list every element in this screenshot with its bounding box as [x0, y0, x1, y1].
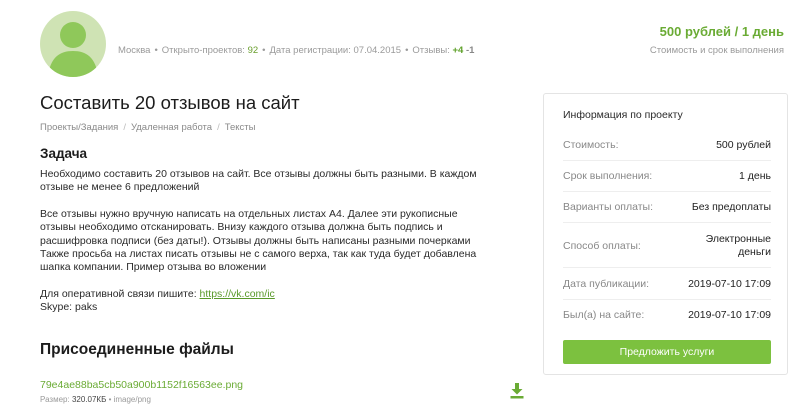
price-value: 500 рублей / 1 день: [659, 24, 784, 39]
task-heading: Задача: [40, 146, 88, 161]
skype-line: Skype: paks: [40, 301, 98, 314]
download-icon[interactable]: [510, 383, 524, 399]
info-label: Дата публикации:: [563, 278, 650, 290]
open-projects-count: 92: [247, 45, 259, 56]
row-divider: [563, 299, 771, 300]
price-box: 500 рублей / 1 день Стоимость и срок вып…: [650, 24, 784, 56]
files-heading: Присоединенные файлы: [40, 341, 234, 358]
avatar[interactable]: [40, 11, 106, 77]
page-title: Составить 20 отзывов на сайт: [40, 92, 300, 113]
contact-text: Для оперативной связи пишите:: [40, 287, 200, 300]
row-divider: [563, 191, 771, 192]
row-divider: [563, 222, 771, 223]
info-label: Стоимость:: [563, 139, 619, 151]
avatar-silhouette-icon: [48, 22, 98, 77]
info-value: 2019-07-10 17:09: [688, 278, 771, 290]
breadcrumb-texts[interactable]: Тексты: [225, 122, 256, 133]
task-paragraph: Все отзывы нужно вручную написать на отд…: [40, 207, 477, 274]
project-info-panel: Информация по проекту Стоимость: 500 руб…: [543, 93, 788, 375]
info-label: Варианты оплаты:: [563, 201, 653, 213]
task-paragraph: Необходимо составить 20 отзывов на сайт.…: [40, 168, 477, 194]
file-size: 320.07КБ: [71, 395, 107, 404]
info-value: Электронные деньги: [705, 233, 771, 258]
task-description: Необходимо составить 20 отзывов на сайт.…: [40, 168, 505, 315]
reviews-positive[interactable]: +4: [452, 45, 463, 56]
file-meta: Размер: 320.07КБ • image/png: [40, 395, 151, 404]
info-value: 500 рублей: [716, 139, 771, 151]
registered-label: Дата регистрации:: [269, 45, 351, 56]
reviews-negative[interactable]: -1: [466, 45, 474, 56]
breadcrumb-remote-work[interactable]: Удаленная работа: [131, 122, 212, 133]
offer-services-button[interactable]: Предложить услуги: [563, 340, 771, 364]
contact-link[interactable]: https://vk.com/ic: [200, 288, 275, 300]
file-type: image/png: [113, 395, 151, 404]
user-meta: Москва • Открыто-проектов: 92 • Дата регистр…: [118, 45, 475, 56]
price-caption: Стоимость и срок выполнения: [649, 45, 784, 56]
info-label: Срок выполнения:: [563, 170, 653, 182]
info-value: 2019-07-10 17:09: [688, 309, 771, 321]
registered-date: 07.04.2015: [353, 45, 402, 56]
reviews-label: Отзывы:: [412, 45, 450, 56]
row-divider: [563, 160, 771, 161]
contact-line: Для оперативной связи пишите: https://vk…: [40, 288, 505, 301]
info-value: 1 день: [739, 170, 771, 182]
panel-title: Информация по проекту: [563, 109, 683, 121]
user-city: Москва: [118, 45, 151, 56]
attached-file-link[interactable]: 79e4ae88ba5cb50a900b1152f16563ee.png: [40, 379, 243, 391]
file-size-label: Размер:: [40, 395, 70, 404]
breadcrumb: Проекты/Задания / Удаленная работа / Тексты: [40, 122, 256, 133]
info-label: Способ оплаты:: [563, 240, 641, 252]
info-label: Был(а) на сайте:: [563, 309, 645, 321]
open-projects-label: Открыто-проектов:: [161, 45, 245, 56]
info-value: Без предоплаты: [691, 201, 771, 213]
breadcrumb-projects[interactable]: Проекты/Задания: [40, 122, 118, 133]
row-divider: [563, 267, 771, 268]
